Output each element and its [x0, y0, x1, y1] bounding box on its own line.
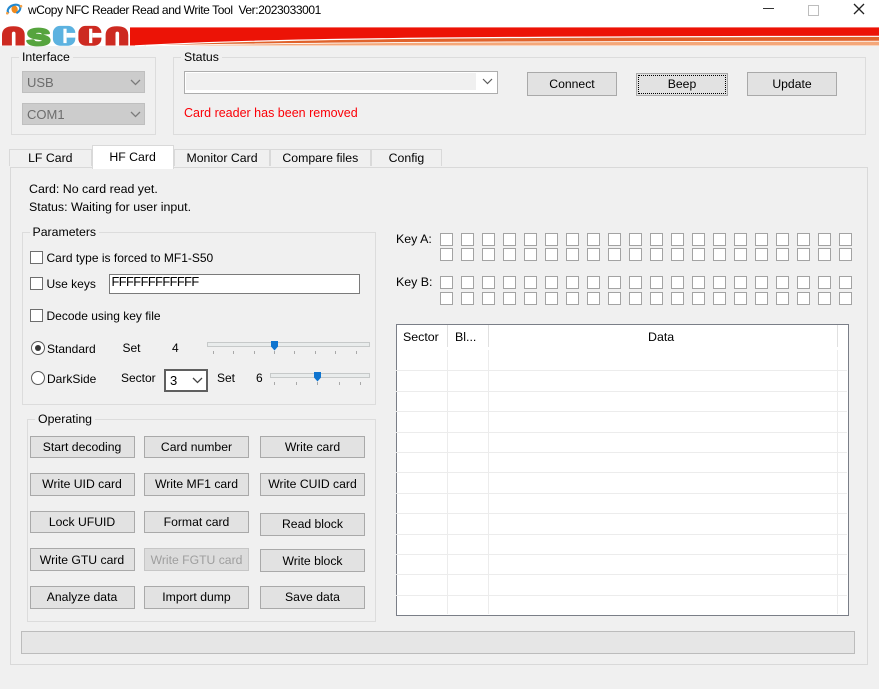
svg-text:s: s — [26, 25, 50, 47]
